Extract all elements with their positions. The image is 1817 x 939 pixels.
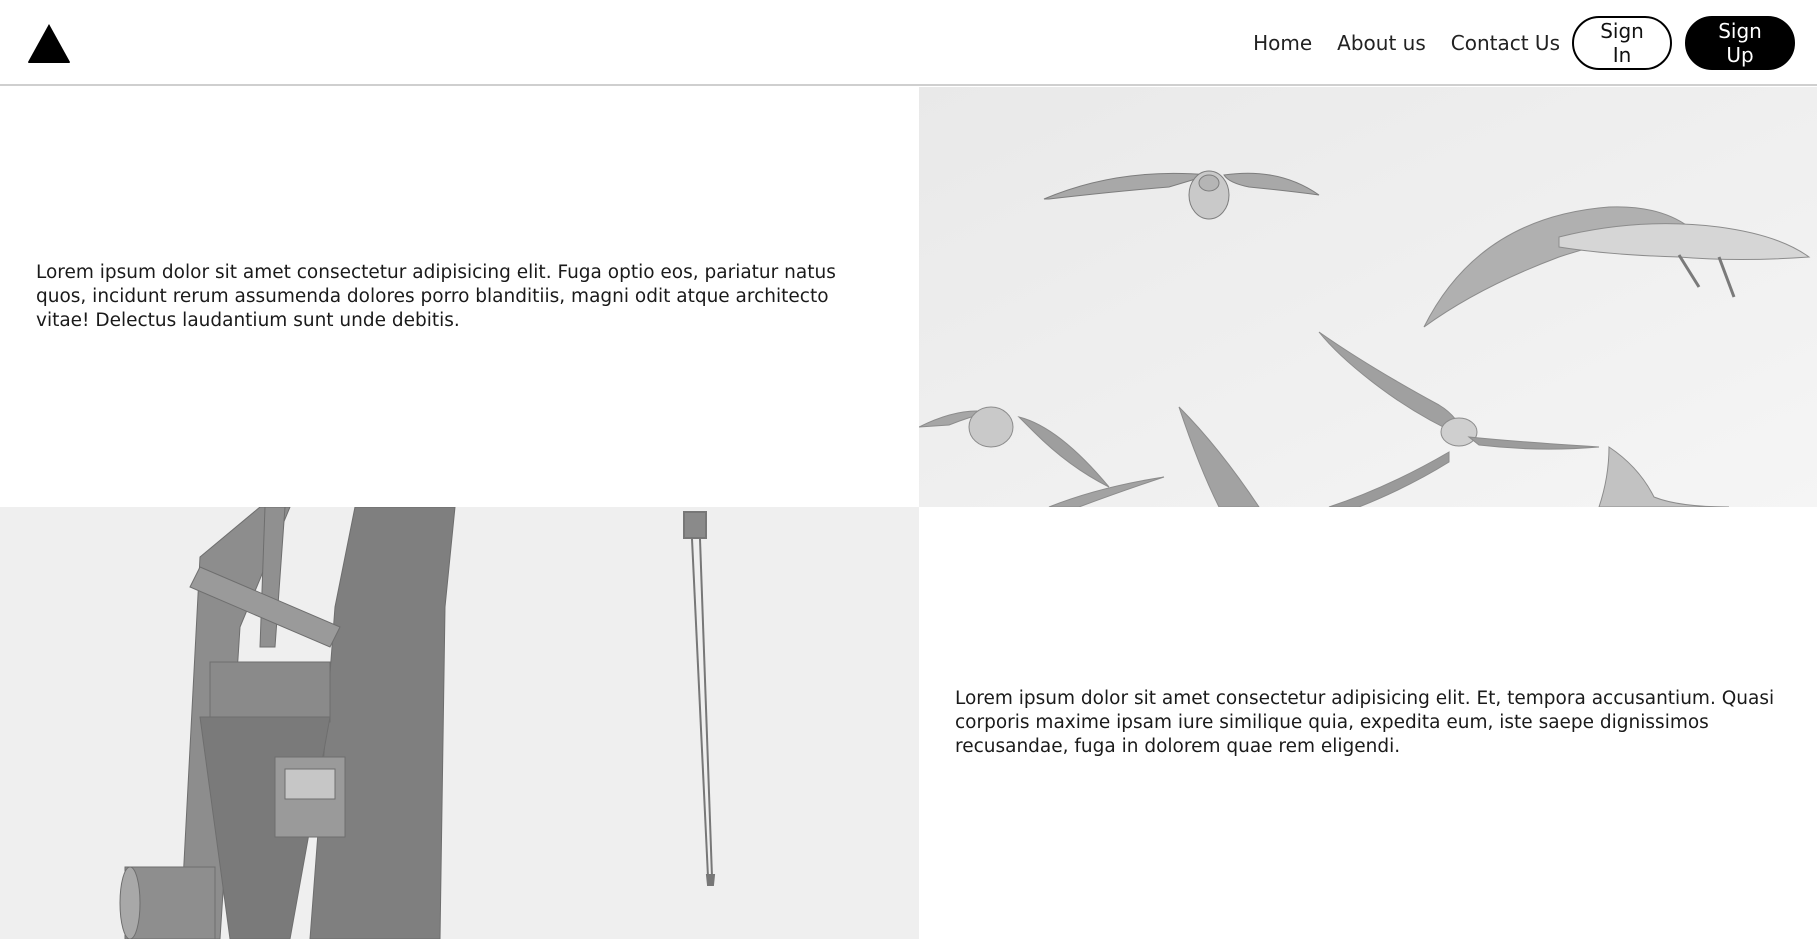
nav-link-contact[interactable]: Contact Us [1451,31,1560,55]
sign-in-button[interactable]: Sign In [1572,16,1672,70]
nav-link-about[interactable]: About us [1337,31,1426,55]
seagulls-photo [919,87,1817,507]
nav-link-home[interactable]: Home [1253,31,1312,55]
navbar: Home About us Contact Us Sign In Sign Up [0,0,1817,86]
secondary-paragraph: Lorem ipsum dolor sit amet consectetur a… [955,688,1775,757]
intro-paragraph: Lorem ipsum dolor sit amet consectetur a… [36,262,836,331]
sign-up-button[interactable]: Sign Up [1685,16,1795,70]
nav-links: Home About us Contact Us Sign In Sign Up [1253,16,1795,70]
secondary-text-block: Lorem ipsum dolor sit amet consectetur a… [919,507,1817,939]
triangle-logo-icon[interactable] [26,22,72,64]
intro-text-block: Lorem ipsum dolor sit amet consectetur a… [0,87,919,507]
crane-photo [0,507,919,939]
